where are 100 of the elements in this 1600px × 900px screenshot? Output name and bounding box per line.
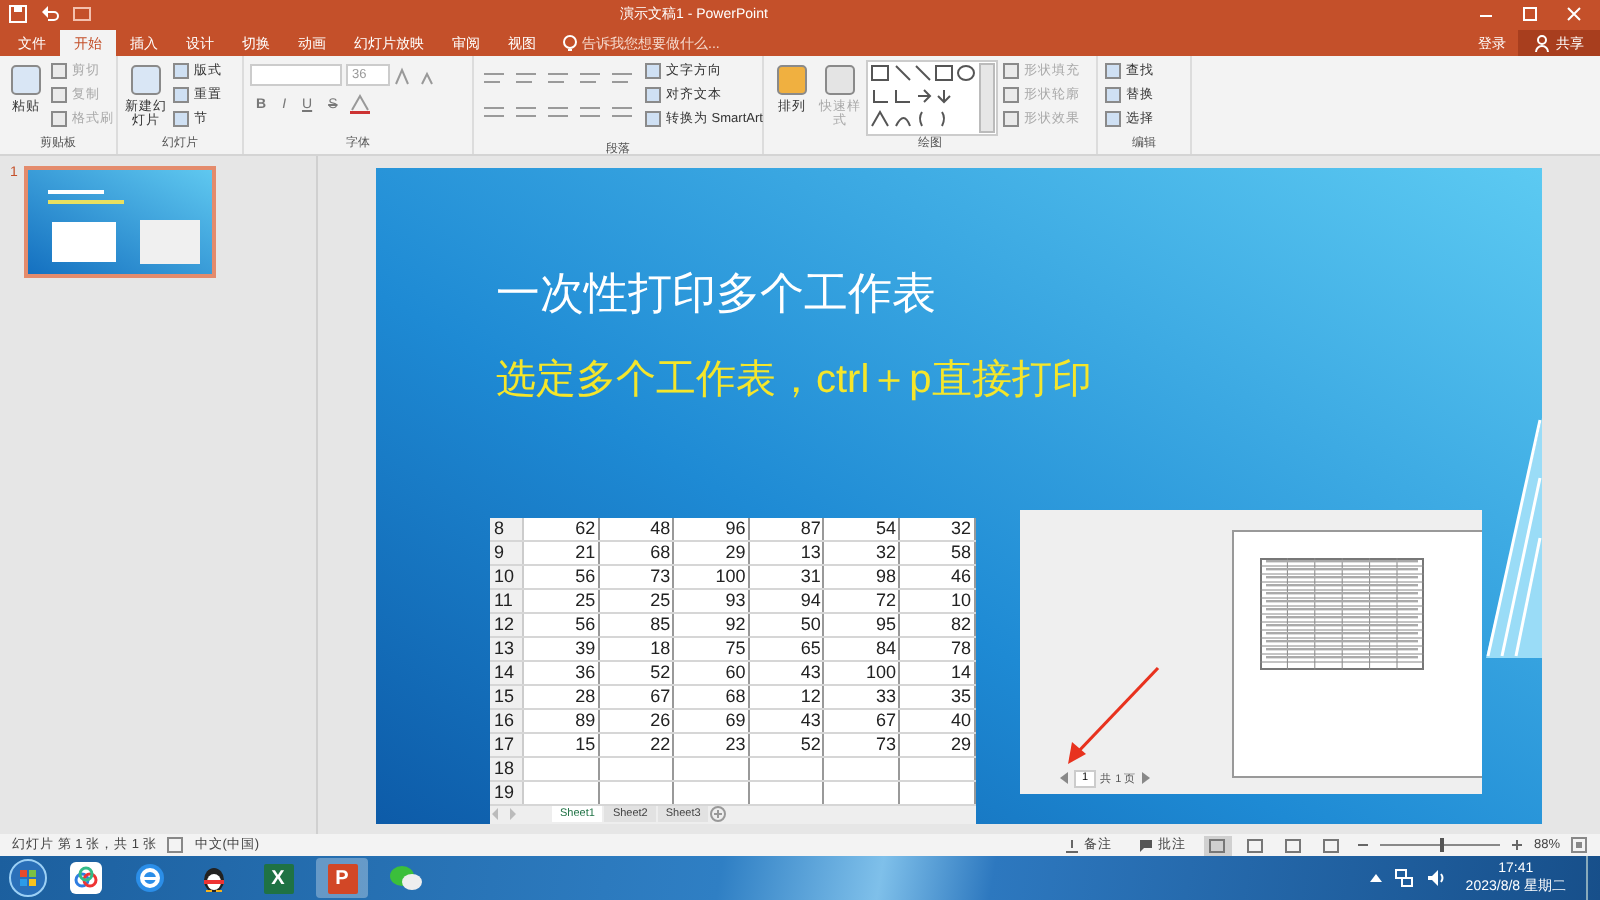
font-color-icon[interactable] [347, 94, 372, 114]
table-cell: 95 [824, 613, 900, 635]
row-header: 14 [490, 661, 524, 683]
command-icon [820, 60, 860, 100]
table-cell: 25 [524, 589, 600, 611]
table-cell: 50 [749, 613, 825, 635]
row-header: 10 [490, 565, 524, 587]
undo-icon[interactable] [40, 4, 60, 24]
table-cell: 43 [749, 709, 825, 731]
notes-icon [1063, 837, 1080, 853]
browser-icon [134, 862, 166, 894]
table-cell: 72 [824, 589, 900, 611]
zoom-slider-thumb[interactable] [1439, 838, 1444, 852]
table-cell: 94 [749, 589, 825, 611]
table-cell: 29 [899, 733, 976, 755]
zoom-in-icon[interactable] [1509, 838, 1524, 852]
table-cell: 85 [599, 613, 675, 635]
row-header: 18 [490, 757, 524, 779]
table-cell: 43 [749, 661, 825, 683]
add-sheet-icon[interactable] [710, 806, 727, 822]
table-cell: 22 [599, 733, 675, 755]
table-cell: 98 [824, 565, 900, 587]
maximize-icon[interactable] [1520, 4, 1540, 24]
chat-icon [388, 862, 424, 894]
font-grow-icon[interactable] [394, 65, 414, 85]
table-cell: 56 [524, 565, 600, 587]
table-cell: 75 [674, 637, 750, 659]
row-header: 13 [490, 637, 524, 659]
table-cell: 62 [524, 517, 600, 539]
table-cell: 65 [749, 637, 825, 659]
table-cell: 46 [899, 565, 976, 587]
table-cell: 78 [899, 637, 976, 659]
table-cell: 52 [599, 661, 675, 683]
table-cell: 28 [524, 685, 600, 707]
previous-page-icon[interactable] [1060, 772, 1070, 784]
next-page-icon[interactable] [1140, 772, 1151, 784]
table-cell: 69 [674, 709, 750, 731]
volume-icon[interactable] [1425, 868, 1446, 888]
table-cell: 52 [749, 733, 825, 755]
table-cell: 92 [674, 613, 750, 635]
lightbulb-icon [562, 33, 578, 53]
table-cell: 73 [599, 565, 675, 587]
table-cell: 58 [899, 541, 976, 563]
row-header: 15 [490, 685, 524, 707]
table-cell: 21 [524, 541, 600, 563]
table-cell: 36 [524, 661, 600, 683]
shapes-gallery[interactable] [866, 60, 998, 136]
presentation-icon[interactable] [72, 4, 92, 24]
table-cell: 82 [899, 613, 976, 635]
command-icon [6, 60, 46, 100]
table-cell: 89 [524, 709, 600, 731]
table-cell: 68 [674, 685, 750, 707]
table-cell: 14 [899, 661, 976, 683]
command-icon [126, 60, 166, 100]
row-header: 17 [490, 733, 524, 755]
row-header: 16 [490, 709, 524, 731]
table-cell: 60 [674, 661, 750, 683]
font-name-field[interactable] [250, 64, 342, 86]
table-cell: 100 [824, 661, 900, 683]
start-button[interactable] [8, 858, 48, 898]
zoom-out-icon[interactable] [1355, 838, 1370, 852]
table-cell: 31 [749, 565, 825, 587]
table-cell: 33 [824, 685, 900, 707]
slide-subtitle: 选定多个工作表，ctrl＋p直接打印 [496, 355, 1094, 405]
pointer-arrow [1064, 665, 1160, 765]
table-cell: 10 [899, 589, 976, 611]
table-cell: 48 [599, 517, 675, 539]
table-cell: 96 [674, 517, 750, 539]
row-header: 9 [490, 541, 524, 563]
table-cell: 84 [824, 637, 900, 659]
table-cell: 39 [524, 637, 600, 659]
table-cell: 13 [749, 541, 825, 563]
command-icon [772, 60, 812, 100]
spelling-icon[interactable] [166, 836, 185, 854]
network-icon[interactable] [1393, 868, 1414, 888]
table-cell: 15 [524, 733, 600, 755]
table-cell: 67 [824, 709, 900, 731]
slide[interactable] [376, 167, 1542, 823]
taskbar-app[interactable]: X [252, 858, 304, 898]
taskbar-app[interactable]: P [316, 858, 368, 898]
close-icon[interactable] [1564, 4, 1584, 24]
table-cell: 54 [824, 517, 900, 539]
table-cell: 67 [599, 685, 675, 707]
row-header: 8 [490, 517, 524, 539]
row-header: 12 [490, 613, 524, 635]
table-cell: 18 [599, 637, 675, 659]
slide-thumbnail[interactable] [23, 166, 216, 278]
view-button[interactable] [1203, 835, 1232, 855]
table-cell: 100 [674, 565, 750, 587]
table-cell: 23 [674, 733, 750, 755]
table-cell: 12 [749, 685, 825, 707]
save-icon[interactable] [8, 4, 28, 24]
table-cell: 26 [599, 709, 675, 731]
fit-slide-icon[interactable] [1570, 836, 1588, 854]
table-cell: 29 [674, 541, 750, 563]
table-cell: 35 [899, 685, 976, 707]
tray-arrow-icon[interactable] [1369, 872, 1382, 884]
bird-icon [198, 862, 230, 894]
row-header: 11 [490, 589, 524, 611]
table-cell: 93 [674, 589, 750, 611]
